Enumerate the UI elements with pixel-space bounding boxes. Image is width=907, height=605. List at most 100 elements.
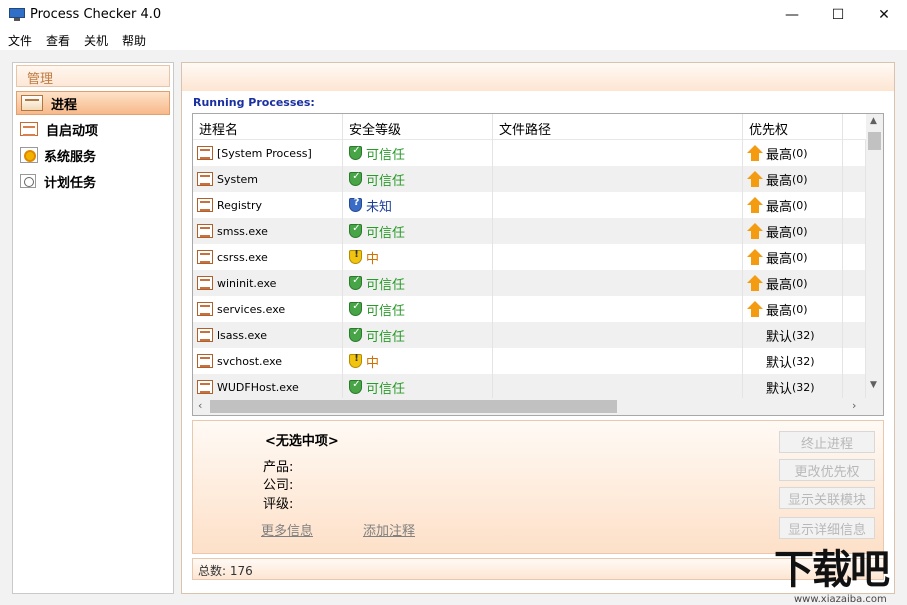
- security-level-text: 可信任: [366, 381, 406, 397]
- process-icon: [197, 380, 213, 394]
- process-icon: [197, 354, 213, 368]
- scroll-down-icon[interactable]: ▼: [870, 380, 877, 390]
- menu-shutdown[interactable]: 关机: [76, 30, 114, 50]
- app-monitor-icon: [9, 8, 25, 22]
- sidebar-item-label: 系统服务: [44, 149, 97, 165]
- minimize-button[interactable]: —: [769, 0, 815, 30]
- process-name: csrss.exe: [217, 250, 268, 264]
- scroll-left-icon[interactable]: ‹: [198, 399, 202, 412]
- priority-number: (0): [792, 250, 808, 264]
- scroll-right-icon[interactable]: ›: [852, 399, 856, 412]
- scrollbar-corner: [866, 398, 883, 415]
- table-row[interactable]: wininit.exe 可信任 最高(0): [193, 270, 866, 296]
- security-level-cell: 可信任: [343, 218, 493, 244]
- priority-number: (0): [792, 224, 808, 238]
- scroll-up-icon[interactable]: ▲: [870, 116, 877, 126]
- sidebar-item-services[interactable]: 系统服务: [16, 143, 170, 167]
- process-name-cell: Registry: [193, 192, 343, 218]
- arrow-up-icon: [747, 223, 763, 239]
- process-name-cell: [System Process]: [193, 140, 343, 166]
- menu-help[interactable]: 帮助: [114, 30, 152, 50]
- company-label: 公司:: [263, 478, 294, 493]
- window-title: Process Checker 4.0: [30, 7, 162, 22]
- sidebar-item-startup[interactable]: 自启动项: [16, 117, 170, 141]
- kill-process-button[interactable]: 终止进程: [779, 431, 875, 453]
- priority-text: 最高: [766, 225, 793, 241]
- column-header-priority[interactable]: 优先权: [743, 114, 843, 140]
- process-name: wininit.exe: [217, 276, 277, 290]
- process-name-cell: System: [193, 166, 343, 192]
- startup-list-icon: [20, 122, 38, 136]
- show-details-button[interactable]: 显示详细信息: [779, 517, 875, 539]
- table-row[interactable]: smss.exe 可信任 最高(0): [193, 218, 866, 244]
- total-count: 总数: 176: [198, 564, 253, 578]
- file-path-cell: [493, 244, 743, 270]
- watermark-url: www.xiazaiba.com: [794, 594, 887, 605]
- menu-file[interactable]: 文件: [0, 30, 38, 50]
- priority-text: 最高: [766, 147, 793, 163]
- process-icon: [197, 172, 213, 186]
- extra-cell: [843, 140, 866, 166]
- watermark-text: 下载吧: [774, 547, 890, 593]
- security-level-text: 中: [366, 251, 380, 267]
- priority-number: (0): [792, 198, 808, 212]
- show-modules-button[interactable]: 显示关联模块: [779, 487, 875, 509]
- table-row[interactable]: svchost.exe 中 默认(32): [193, 348, 866, 374]
- close-button[interactable]: ✕: [861, 0, 907, 30]
- priority-cell: 最高 (0): [743, 192, 843, 218]
- add-note-link[interactable]: 添加注释: [363, 520, 415, 539]
- sidebar-item-processes[interactable]: 进程: [16, 91, 170, 115]
- product-label: 产品:: [263, 460, 294, 475]
- column-header-security[interactable]: 安全等级: [343, 114, 493, 140]
- table-row[interactable]: [System Process] 可信任 最高(0): [193, 140, 866, 166]
- priority-text: 最高: [766, 173, 793, 189]
- title-bar: Process Checker 4.0 — ☐ ✕: [0, 0, 907, 30]
- shield-check-icon: [349, 379, 363, 394]
- security-level-cell: 中: [343, 348, 493, 374]
- security-level-cell: 可信任: [343, 270, 493, 296]
- maximize-button[interactable]: ☐: [815, 0, 861, 30]
- arrow-up-icon: [747, 145, 763, 161]
- horizontal-scrollbar[interactable]: ‹ ›: [193, 398, 866, 415]
- table-row[interactable]: lsass.exe 可信任 默认(32): [193, 322, 866, 348]
- table-row[interactable]: Registry 未知 最高(0): [193, 192, 866, 218]
- selection-title: <无选中项>: [265, 434, 339, 449]
- security-level-text: 可信任: [366, 225, 406, 241]
- process-name-cell: lsass.exe: [193, 322, 343, 348]
- column-header-name[interactable]: 进程名: [193, 114, 343, 140]
- process-name-cell: services.exe: [193, 296, 343, 322]
- file-path-cell: [493, 166, 743, 192]
- extra-cell: [843, 348, 866, 374]
- shield-check-icon: [349, 301, 363, 316]
- vertical-scroll-thumb[interactable]: [868, 132, 881, 150]
- priority-text: 最高: [766, 251, 793, 267]
- horizontal-scroll-thumb[interactable]: [210, 400, 617, 413]
- table-row[interactable]: System 可信任 最高(0): [193, 166, 866, 192]
- priority-text: 最高: [766, 303, 793, 319]
- process-icon: [197, 250, 213, 264]
- section-label: Running Processes:: [193, 96, 315, 109]
- security-level-text: 可信任: [366, 303, 406, 319]
- process-icon: [197, 224, 213, 238]
- column-header-path[interactable]: 文件路径: [493, 114, 743, 140]
- more-info-link[interactable]: 更多信息: [261, 520, 313, 539]
- table-row[interactable]: WUDFHost.exe 可信任 默认(32): [193, 374, 866, 400]
- menu-view[interactable]: 查看: [38, 30, 76, 50]
- priority-cell: 最高 (0): [743, 140, 843, 166]
- file-path-cell: [493, 322, 743, 348]
- priority-number: (32): [792, 354, 815, 368]
- security-level-text: 中: [366, 355, 380, 371]
- scheduled-clock-icon: [20, 174, 36, 188]
- table-row[interactable]: services.exe 可信任 最高(0): [193, 296, 866, 322]
- shield-check-icon: [349, 275, 363, 290]
- file-path-cell: [493, 192, 743, 218]
- sidebar-item-scheduled-tasks[interactable]: 计划任务: [16, 169, 170, 193]
- process-table[interactable]: 进程名 安全等级 文件路径 优先权 [System Process]可信任最高(…: [192, 113, 884, 416]
- arrow-up-icon: [747, 249, 763, 265]
- change-priority-button[interactable]: 更改优先权: [779, 459, 875, 481]
- shield-question-icon: [349, 197, 363, 212]
- table-header: 进程名 安全等级 文件路径 优先权: [193, 114, 883, 140]
- table-row[interactable]: csrss.exe 中 最高(0): [193, 244, 866, 270]
- vertical-scrollbar[interactable]: ▲ ▼: [866, 114, 883, 398]
- security-level-cell: 可信任: [343, 296, 493, 322]
